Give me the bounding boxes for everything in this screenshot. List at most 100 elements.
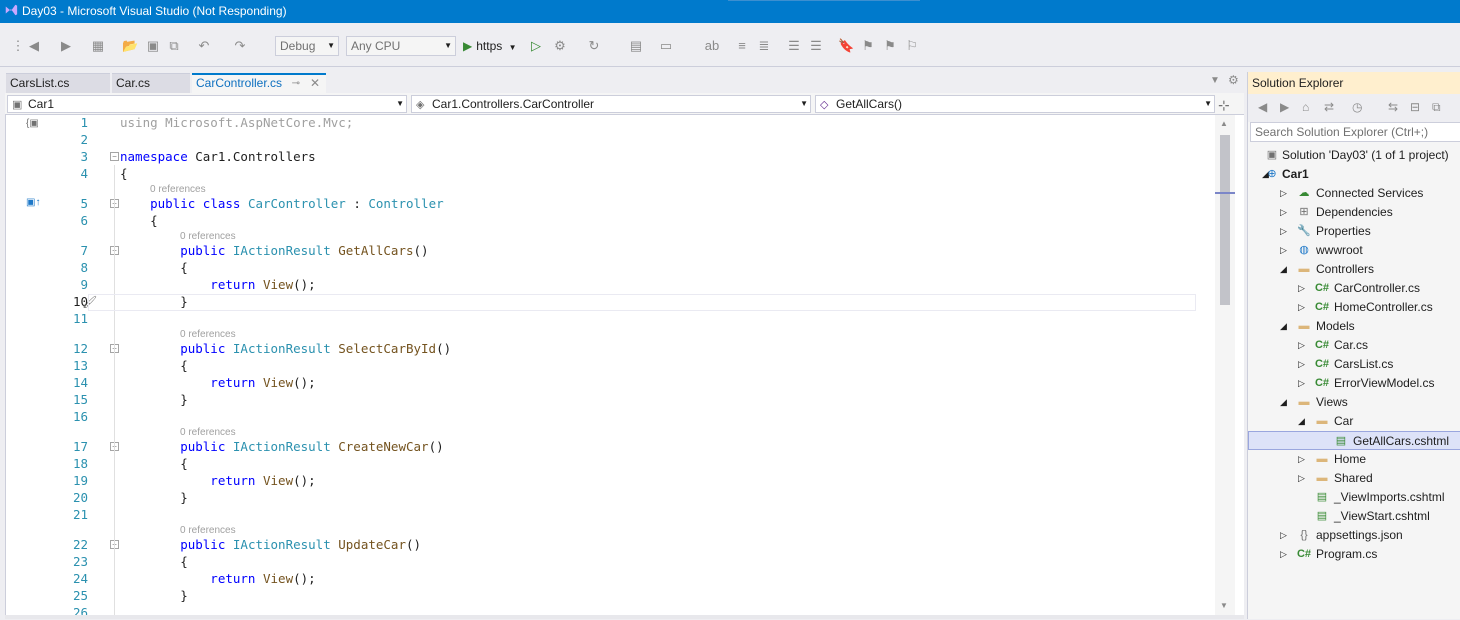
clear-bookmarks-icon[interactable]: ⚐ [904,38,920,54]
expanded-arrow-icon[interactable]: ◢ [1280,317,1290,336]
tree-item[interactable]: ▣ Solution 'Day03' (1 of 1 project) [1248,146,1460,165]
code-lens-references[interactable]: 0 references [180,526,236,536]
refresh-icon[interactable]: ↻ [586,38,602,54]
browse-icon[interactable]: ▤ [628,38,644,54]
back-icon[interactable]: ◀ [1258,100,1267,114]
collapsed-arrow-icon[interactable]: ▷ [1298,469,1308,488]
type-dropdown[interactable]: ◈ Car1.Controllers.CarController ▼ [411,95,811,113]
tree-item[interactable]: ▷ C# ErrorViewModel.cs [1248,374,1460,393]
collapse-all-icon[interactable]: ⊟ [1410,100,1420,114]
scroll-down-icon[interactable]: ▼ [1220,601,1228,610]
tree-item[interactable]: ▷ ⊞ Dependencies [1248,203,1460,222]
collapsed-arrow-icon[interactable]: ▷ [1280,545,1290,564]
expanded-arrow-icon[interactable]: ◢ [1298,412,1308,431]
solution-explorer-search[interactable]: Search Solution Explorer (Ctrl+;) [1250,122,1460,142]
sync-icon[interactable]: ⇆ [1388,100,1398,114]
home-icon[interactable]: ⌂ [1302,100,1309,114]
tree-item[interactable]: ◢ ▬ Models [1248,317,1460,336]
gear-icon[interactable]: ⚙ [1228,73,1239,87]
tree-item[interactable]: ▷ ▬ Shared [1248,469,1460,488]
close-icon[interactable]: ✕ [310,75,320,92]
uncomment-icon[interactable]: ≣ [756,38,772,54]
collapsed-arrow-icon[interactable]: ▷ [1298,450,1308,469]
code-lens-references[interactable]: 0 references [150,185,206,195]
tree-item[interactable]: ▷ C# Program.cs [1248,545,1460,564]
tree-item[interactable]: ▷ {} appsettings.json [1248,526,1460,545]
save-icon[interactable]: ▣ [145,38,161,54]
next-bookmark-icon[interactable]: ⚑ [882,38,898,54]
code-editor[interactable]: {▣ ▣↑ 1 2 3 4 5 6 7 8 9 10 11 12 13 14 15 16 17 18 19 20 21 2… [5,115,1244,620]
back-icon[interactable]: ◀ [26,38,42,54]
expanded-arrow-icon[interactable]: ◢ [1280,393,1290,412]
tab-overflow-icon[interactable]: ▼ [1210,75,1220,86]
csharp-file-icon: C# [1314,377,1330,389]
collapsed-arrow-icon[interactable]: ▷ [1298,279,1308,298]
bookmark-icon[interactable]: 🔖 [838,38,854,54]
collapsed-arrow-icon[interactable]: ▷ [1280,184,1290,203]
code-lens-references[interactable]: 0 references [180,330,236,340]
code-area[interactable]: using Microsoft.AspNetCore.Mvc; namespace… [88,115,1218,619]
tree-item[interactable]: ▷ ☁ Connected Services [1248,184,1460,203]
save-all-icon[interactable]: ⧉ [166,38,182,54]
undo-icon[interactable]: ↶ [196,38,212,54]
outdent-icon[interactable]: ☰ [808,38,824,54]
forward-icon[interactable]: ▶ [1280,100,1289,114]
pin-icon[interactable]: ⊸ [292,75,300,92]
tree-item[interactable]: ▤ GetAllCars.cshtml [1248,431,1460,450]
horizontal-scrollbar[interactable] [5,615,1244,619]
pending-changes-filter-icon[interactable]: ◷ [1352,100,1362,114]
collapsed-arrow-icon[interactable]: ▷ [1280,203,1290,222]
switch-views-icon[interactable]: ⇄ [1324,100,1334,114]
start-without-debugging-icon[interactable]: ▷ [528,38,544,54]
tree-item[interactable]: ▷ 🔧 Properties [1248,222,1460,241]
tree-item[interactable]: ▷ C# Car.cs [1248,336,1460,355]
collapsed-arrow-icon[interactable]: ▷ [1280,526,1290,545]
comment-icon[interactable]: ≡ [734,38,750,54]
tree-item[interactable]: ▤ _ViewStart.cshtml [1248,507,1460,526]
tree-item[interactable]: ▷ ◍ wwwroot [1248,241,1460,260]
layout-icon[interactable]: ▭ [658,38,674,54]
code-lens-references[interactable]: 0 references [180,232,236,242]
new-project-icon[interactable]: ▦ [90,38,106,54]
tree-item[interactable]: ▤ _ViewImports.cshtml [1248,488,1460,507]
vertical-scrollbar[interactable]: ▲ ▼ [1215,115,1235,619]
platform-dropdown[interactable]: Any CPU ▼ [346,36,456,56]
split-editor-icon[interactable]: ⊹ [1218,97,1230,114]
folder-icon: ▬ [1298,396,1310,408]
redo-icon[interactable]: ↷ [232,38,248,54]
tree-item[interactable]: ◢ ▬ Car [1248,412,1460,431]
collapsed-arrow-icon[interactable]: ▷ [1298,374,1308,393]
tree-item[interactable]: ▷ C# HomeController.cs [1248,298,1460,317]
collapsed-arrow-icon[interactable]: ▷ [1298,298,1308,317]
hot-reload-icon[interactable]: ⚙ [552,38,568,54]
scroll-up-icon[interactable]: ▲ [1220,119,1228,128]
configuration-dropdown[interactable]: Debug ▼ [275,36,339,56]
project-dropdown[interactable]: ▣ Car1 ▼ [7,95,407,113]
tree-item[interactable]: ◢ ▬ Controllers [1248,260,1460,279]
forward-icon[interactable]: ▶ [58,38,74,54]
tab-carslist[interactable]: CarsList.cs [6,73,110,93]
collapsed-arrow-icon[interactable]: ▷ [1298,336,1308,355]
code-token: { [120,166,128,181]
expanded-arrow-icon[interactable]: ◢ [1280,260,1290,279]
tab-car[interactable]: Car.cs [112,73,190,93]
scrollbar-thumb[interactable] [1220,135,1230,305]
tree-item-label: wwwroot [1316,243,1363,257]
indent-icon[interactable]: ☰ [786,38,802,54]
show-all-files-icon[interactable]: ⧉ [1432,100,1441,115]
tree-item[interactable]: ▷ C# CarController.cs [1248,279,1460,298]
tree-item[interactable]: ▷ ▬ Home [1248,450,1460,469]
member-dropdown[interactable]: ◇ GetAllCars() ▼ [815,95,1215,113]
previous-bookmark-icon[interactable]: ⚑ [860,38,876,54]
tab-carcontroller[interactable]: CarController.cs ⊸ ✕ [192,73,326,93]
collapsed-arrow-icon[interactable]: ▷ [1298,355,1308,374]
tree-item[interactable]: ▷ C# CarsList.cs [1248,355,1460,374]
open-folder-icon[interactable]: 📂 [122,38,138,54]
tree-item[interactable]: ◢ ▬ Views [1248,393,1460,412]
spell-check-icon[interactable]: ab [704,38,720,54]
tree-item[interactable]: ◢ ⊕ Car1 [1248,165,1460,184]
collapsed-arrow-icon[interactable]: ▷ [1280,222,1290,241]
start-debugging-button[interactable]: ▶ https ▼ [463,36,517,56]
code-lens-references[interactable]: 0 references [180,428,236,438]
collapsed-arrow-icon[interactable]: ▷ [1280,241,1290,260]
